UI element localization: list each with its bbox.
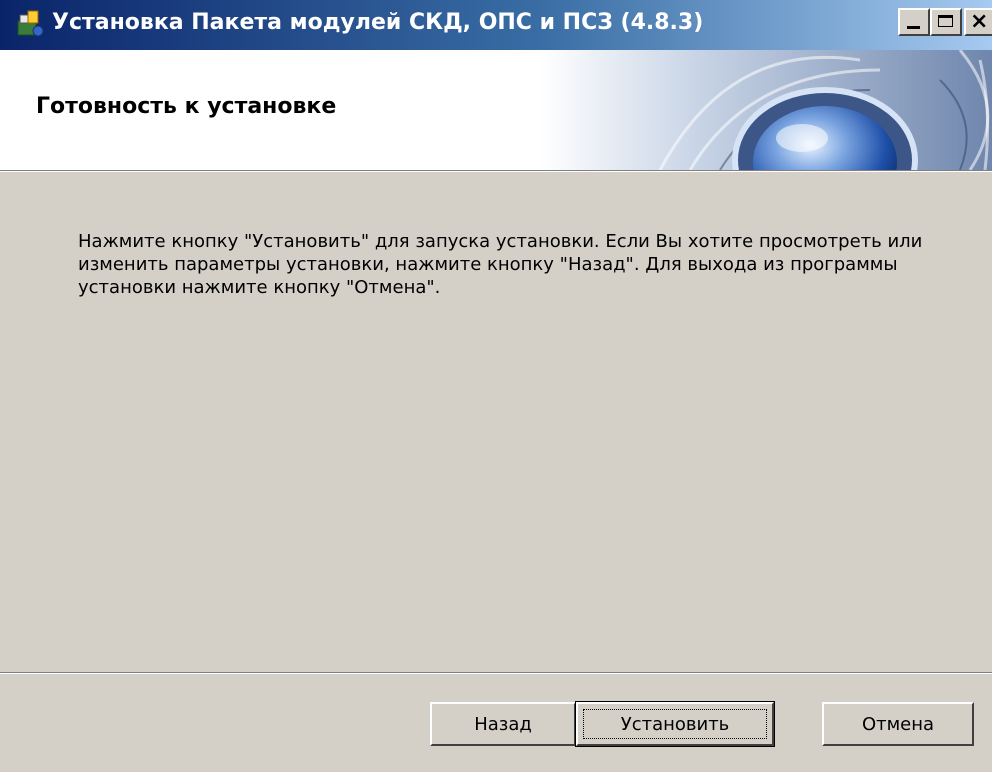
minimize-button[interactable] — [898, 8, 930, 36]
focus-rectangle — [583, 709, 767, 739]
install-button[interactable]: Установить — [575, 701, 775, 747]
close-icon: × — [970, 9, 989, 34]
banner-graphic — [540, 50, 992, 170]
header-banner: Готовность к установке — [0, 50, 992, 171]
installer-icon — [17, 10, 44, 37]
maximize-button[interactable] — [930, 8, 962, 36]
cancel-button-label: Отмена — [861, 713, 935, 735]
banner-divider — [0, 171, 992, 172]
close-button[interactable]: × — [964, 8, 992, 36]
title-bar[interactable]: Установка Пакета модулей СКД, ОПС и ПСЗ … — [0, 0, 992, 50]
footer-divider-highlight — [0, 673, 992, 674]
page-title: Готовность к установке — [36, 94, 337, 119]
back-button[interactable]: Назад — [430, 702, 576, 746]
back-button-label: Назад — [474, 713, 532, 735]
instructions-text: Нажмите кнопку "Установить" для запуска … — [78, 231, 923, 298]
cancel-button[interactable]: Отмена — [822, 702, 974, 746]
window-title: Установка Пакета модулей СКД, ОПС и ПСЗ … — [52, 10, 704, 35]
